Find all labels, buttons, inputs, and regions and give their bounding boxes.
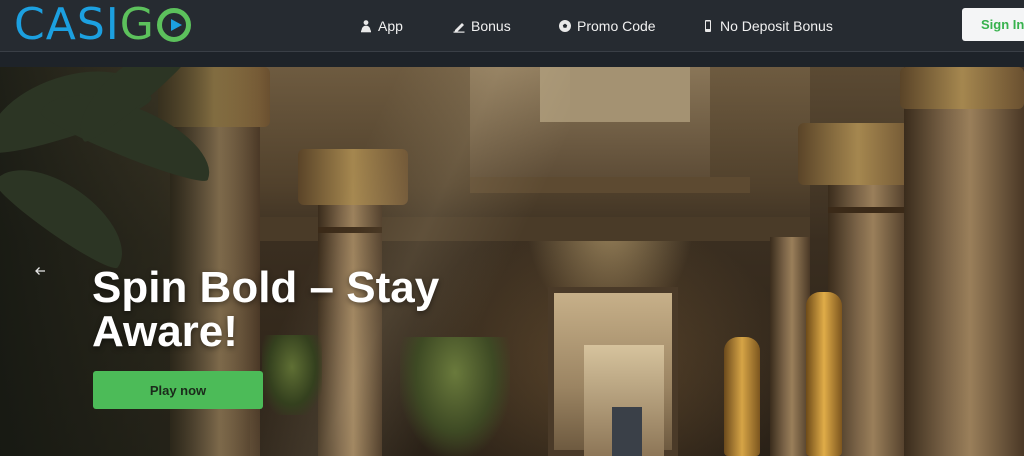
nav-item-label: No Deposit Bonus bbox=[720, 18, 833, 34]
no-deposit-phone-icon bbox=[701, 19, 715, 33]
nav-item-label: Promo Code bbox=[577, 18, 656, 34]
hero-bg-column bbox=[904, 67, 1024, 456]
hero-bg-plant bbox=[400, 337, 510, 456]
casigo-logo[interactable]: CASI G bbox=[14, 3, 191, 47]
logo-text-go: G bbox=[120, 3, 191, 47]
play-now-button[interactable]: Play now bbox=[93, 371, 263, 409]
hero-bg-column-capital bbox=[798, 123, 918, 185]
nav-item-label: Bonus bbox=[471, 18, 511, 34]
site-header: CASI G App Bonus Promo Code No Deposit B… bbox=[0, 0, 1024, 52]
nav-item-promo-code[interactable]: Promo Code bbox=[558, 16, 656, 36]
logo-text-casi: CASI bbox=[14, 0, 120, 50]
sign-in-button[interactable]: Sign In bbox=[962, 8, 1024, 41]
hero-bg-doorway-dark bbox=[612, 407, 642, 456]
hero-headline: Spin Bold – Stay Aware! bbox=[92, 263, 440, 356]
app-person-icon bbox=[359, 19, 373, 33]
play-circle-icon bbox=[156, 8, 191, 42]
hero-bg-golden-statue bbox=[724, 337, 760, 456]
hero-bg-column bbox=[770, 237, 810, 456]
logo-text-g: G bbox=[119, 0, 155, 50]
nav-item-bonus[interactable]: Bonus bbox=[452, 16, 511, 36]
promo-soccer-ball-icon bbox=[558, 19, 572, 33]
hero-bg-column-capital bbox=[900, 67, 1024, 109]
nav-item-app[interactable]: App bbox=[359, 16, 403, 36]
slider-prev-button[interactable] bbox=[32, 263, 48, 279]
hero-bg-column-band bbox=[828, 207, 910, 213]
bonus-pen-icon bbox=[452, 19, 466, 33]
header-spacer bbox=[0, 53, 1024, 67]
hero-bg-golden-statue bbox=[806, 292, 842, 456]
nav-item-label: App bbox=[378, 18, 403, 34]
arrow-left-icon bbox=[35, 267, 45, 275]
nav-item-no-deposit-bonus[interactable]: No Deposit Bonus bbox=[701, 16, 833, 36]
